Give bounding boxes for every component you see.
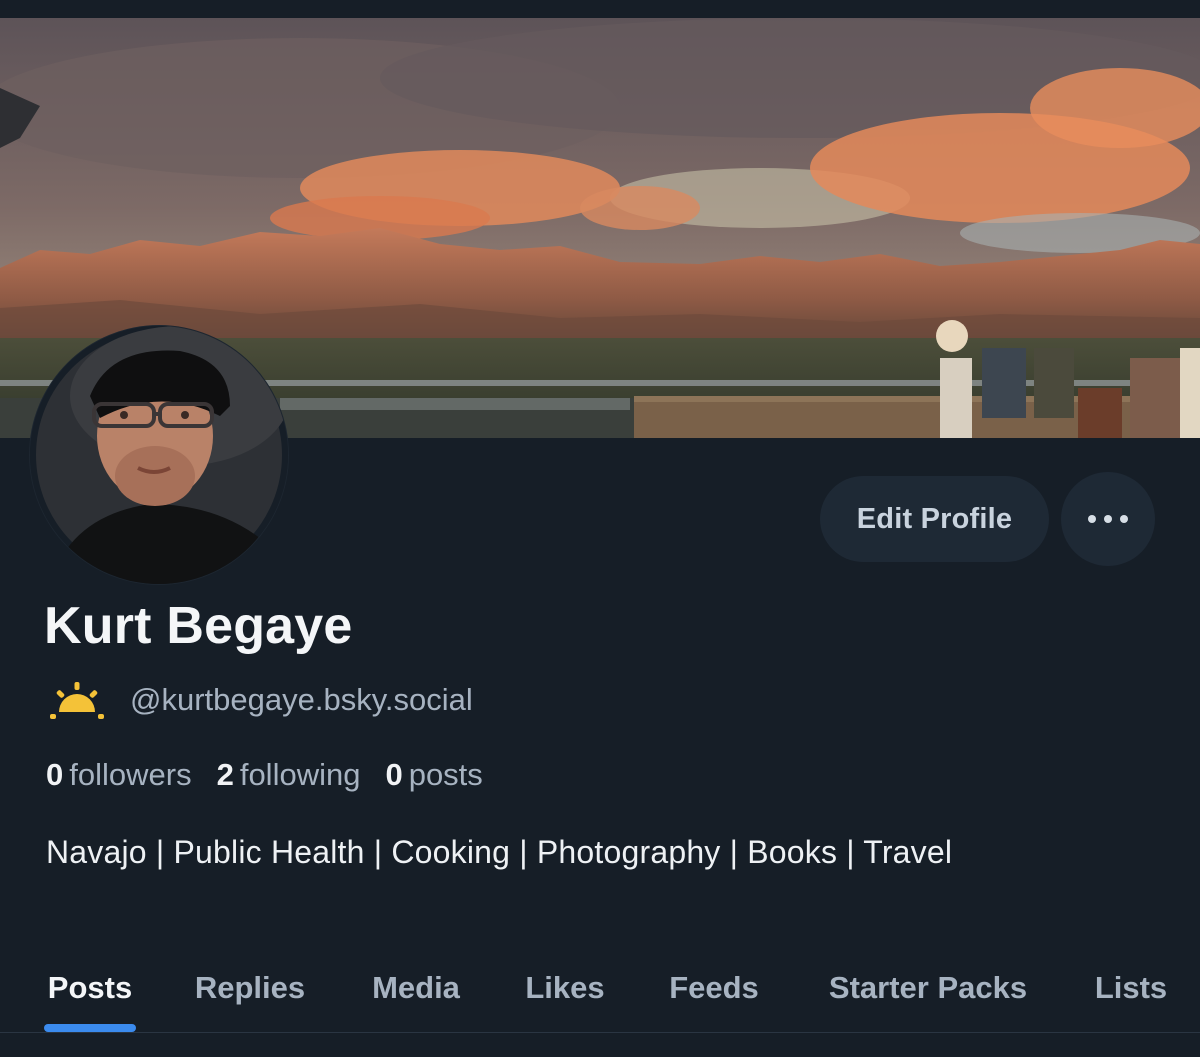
followers-label: followers xyxy=(69,757,192,792)
tab-likes[interactable]: Likes xyxy=(518,945,612,1031)
handle[interactable]: @kurtbegaye.bsky.social xyxy=(130,682,473,718)
tab-media[interactable]: Media xyxy=(362,945,470,1031)
following-stat[interactable]: 2 following xyxy=(217,757,361,793)
following-count: 2 xyxy=(216,757,234,792)
tab-replies[interactable]: Replies xyxy=(186,945,314,1031)
ellipsis-icon-dot xyxy=(1088,515,1096,523)
ellipsis-icon-dot xyxy=(1120,515,1128,523)
edit-profile-button[interactable]: Edit Profile xyxy=(820,476,1049,562)
sunrise-icon xyxy=(50,682,104,719)
display-name: Kurt Begaye xyxy=(44,597,353,655)
following-label: following xyxy=(239,757,361,792)
profile-tabs: Posts Replies Media Likes Feeds Starter … xyxy=(0,945,1200,1033)
avatar-image xyxy=(30,326,288,584)
tabs-divider xyxy=(0,1032,1200,1033)
more-options-button[interactable] xyxy=(1061,472,1155,566)
profile-bio: Navajo | Public Health | Cooking | Photo… xyxy=(46,834,953,870)
profile-stats: 0 followers 2 following 0 posts xyxy=(46,757,508,793)
posts-label: posts xyxy=(408,757,483,792)
posts-stat: 0 posts xyxy=(385,757,482,793)
tab-starter-packs[interactable]: Starter Packs xyxy=(814,945,1042,1031)
handle-row: @kurtbegaye.bsky.social xyxy=(46,678,473,722)
tab-feeds[interactable]: Feeds xyxy=(660,945,768,1031)
active-tab-indicator xyxy=(44,1024,136,1032)
tab-lists[interactable]: Lists xyxy=(1088,945,1174,1031)
tab-posts[interactable]: Posts xyxy=(44,945,136,1031)
avatar[interactable] xyxy=(30,326,288,584)
ellipsis-icon-dot xyxy=(1104,515,1112,523)
posts-count: 0 xyxy=(385,757,403,792)
top-strip xyxy=(0,0,1200,18)
followers-count: 0 xyxy=(46,757,64,792)
followers-stat[interactable]: 0 followers xyxy=(46,757,192,793)
